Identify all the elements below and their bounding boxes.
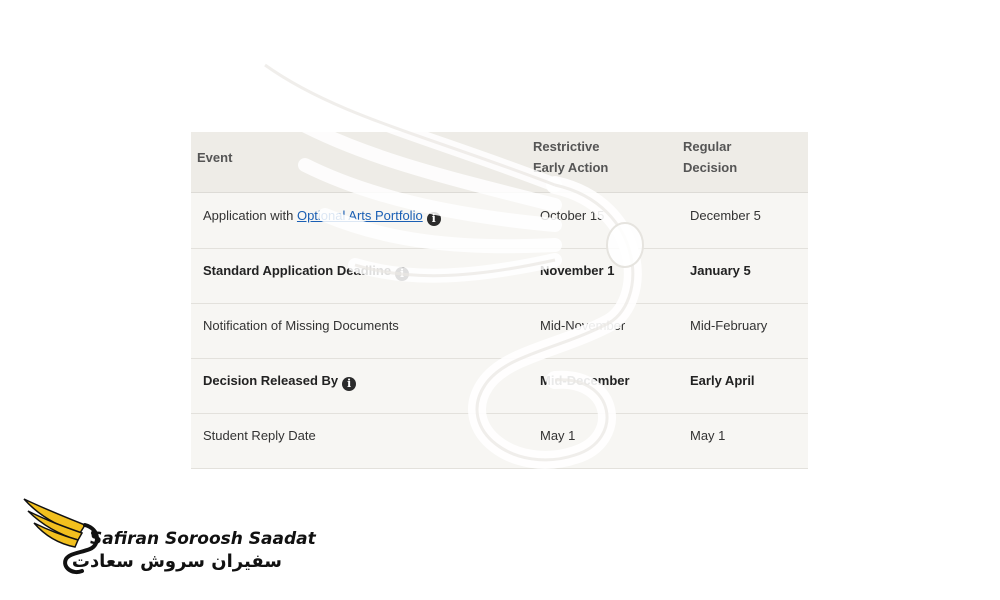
event-text: Standard Application Deadline: [203, 263, 392, 278]
brand-logo: Safiran Soroosh Saadat سفیران سروش سعادت: [20, 495, 316, 580]
info-icon[interactable]: i: [426, 212, 441, 226]
table-row: Application with Optional Arts Portfolio…: [191, 193, 808, 249]
rd-date-cell: Mid-February: [690, 318, 768, 333]
rd-date-cell: Early April: [690, 373, 755, 388]
event-text: Notification of Missing Documents: [203, 318, 399, 333]
header-rd-line2: Decision: [683, 160, 738, 175]
rea-date-cell: October 15: [540, 208, 605, 223]
info-icon[interactable]: i: [342, 377, 357, 391]
brand-name-english: Safiran Soroosh Saadat: [90, 529, 316, 549]
header-restrictive-early-action: Restrictive Early Action: [533, 136, 608, 178]
event-text: Decision Released By: [203, 373, 339, 388]
brand-name-persian: سفیران سروش سعادت: [71, 551, 282, 572]
rea-date-cell: Mid-December: [540, 373, 630, 388]
event-cell: Student Reply Date: [203, 413, 316, 468]
info-icon[interactable]: i: [395, 267, 410, 281]
rd-date-cell: May 1: [690, 428, 726, 443]
table-row: Student Reply Date May 1 May 1: [191, 413, 808, 469]
table-row: Decision Released By i Mid-December Early…: [191, 358, 808, 414]
rd-date-cell: December 5: [690, 208, 761, 223]
event-cell: Decision Released By i: [203, 358, 357, 413]
event-cell: Notification of Missing Documents: [203, 303, 399, 358]
event-cell: Application with Optional Arts Portfolio…: [203, 193, 441, 248]
table-header: Event Restrictive Early Action Regular D…: [191, 132, 808, 193]
table-row: Standard Application Deadline i November …: [191, 248, 808, 304]
page: Event Restrictive Early Action Regular D…: [0, 0, 1000, 600]
event-text: Student Reply Date: [203, 428, 316, 443]
table-row: Notification of Missing Documents Mid-No…: [191, 303, 808, 359]
optional-arts-portfolio-link[interactable]: Optional Arts Portfolio: [297, 208, 423, 223]
header-rd-line1: Regular: [683, 139, 732, 154]
event-text: Application with: [203, 208, 297, 223]
rea-date-cell: Mid-November: [540, 318, 626, 333]
header-rea-line2: Early Action: [533, 160, 609, 175]
rea-date-cell: May 1: [540, 428, 576, 443]
admissions-deadlines-table: Event Restrictive Early Action Regular D…: [191, 132, 808, 469]
event-cell: Standard Application Deadline i: [203, 248, 410, 303]
header-event: Event: [197, 147, 232, 168]
header-regular-decision: Regular Decision: [683, 136, 737, 178]
rea-date-cell: November 1: [540, 263, 615, 278]
rd-date-cell: January 5: [690, 263, 751, 278]
header-event-label: Event: [197, 150, 233, 165]
header-rea-line1: Restrictive: [533, 139, 600, 154]
